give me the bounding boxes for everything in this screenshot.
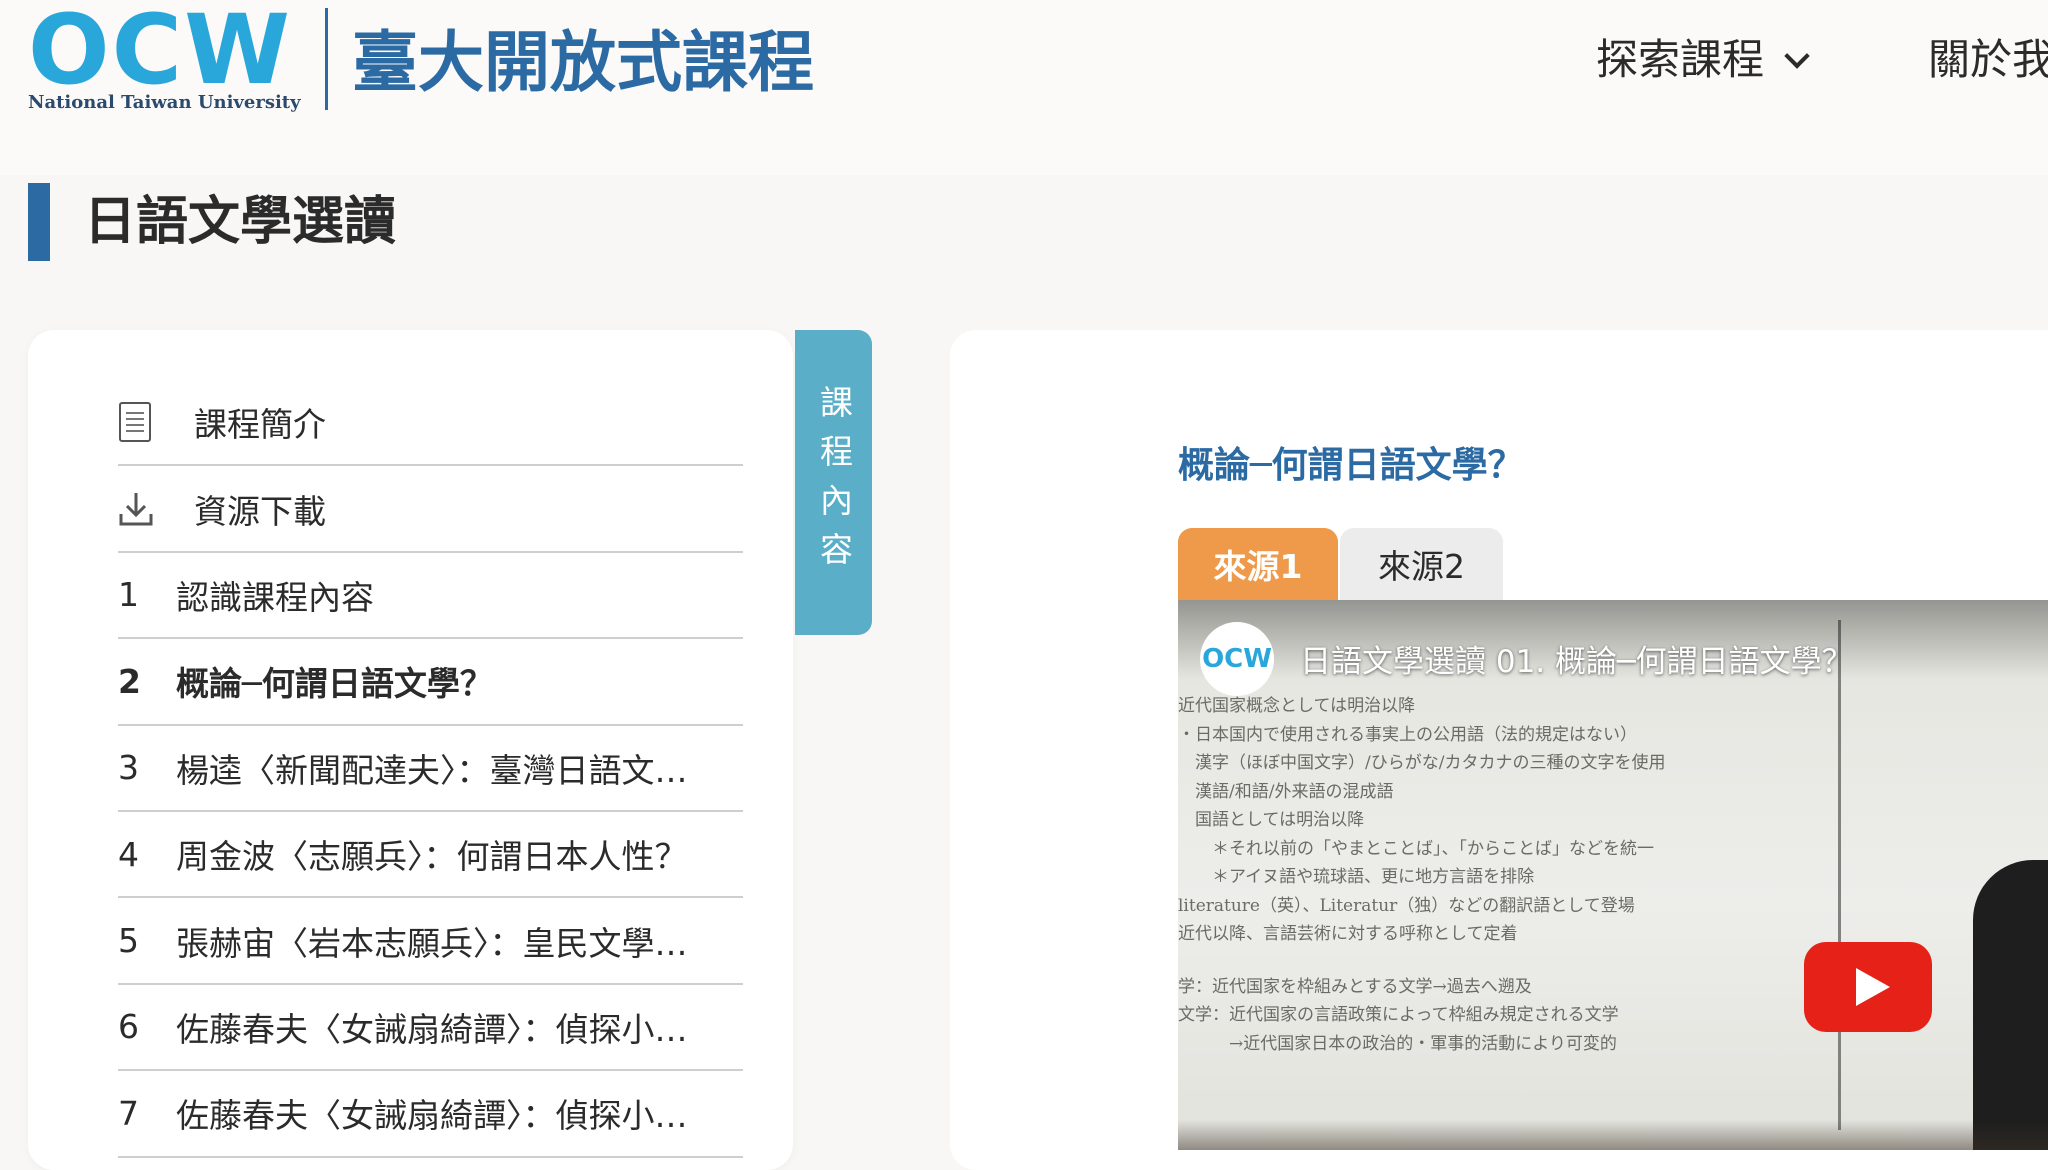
play-button-icon[interactable] (1804, 942, 1932, 1032)
logo-mark: OCW (28, 0, 292, 106)
site-title[interactable]: 臺大開放式課程 (352, 18, 814, 108)
slide-line: ＊アイヌ語や琉球語、更に地方言語を排除 (1178, 867, 1535, 887)
download-icon (118, 490, 194, 528)
nav-explore-label: 探索課程 (1596, 35, 1765, 84)
nav-explore-courses[interactable]: 探索課程 (1596, 30, 1810, 90)
site-header: OCW National Taiwan University 臺大開放式課程 探… (0, 0, 2048, 175)
slide-line: 国語としては明治以降 (1178, 810, 1365, 830)
course-menu: 課程簡介 資源下載 1 認識課程內容 2 概論─何謂日語文學？ 3 楊逵〈新聞配… (118, 380, 743, 1158)
page-title: 日語文學選讀 (84, 192, 397, 252)
menu-item-lesson-2[interactable]: 2 概論─何謂日語文學？ (118, 639, 743, 726)
slide-line: 漢字（ほぼ中国文字）/ひらがな/カタカナの三種の文字を使用 (1178, 753, 1666, 773)
lesson-number: 5 (118, 921, 139, 961)
menu-item-lesson-3[interactable]: 3 楊逵〈新聞配達夫〉：臺灣日語文… (118, 726, 743, 812)
chevron-down-icon (1784, 43, 1810, 69)
tab-source-2[interactable]: 來源2 (1340, 528, 1503, 600)
lesson-number: 7 (118, 1093, 139, 1133)
slide-line: →近代国家日本の政治的・軍事的活動により可変的 (1178, 1033, 1617, 1054)
lecturer-silhouette (1973, 860, 2048, 1150)
video-title[interactable]: 日語文學選讀 01. 概論─何謂日語文學？ (1300, 636, 1853, 681)
lesson-number: 3 (118, 748, 139, 788)
menu-item-label: 佐藤春夫〈女誡扇綺譚〉：偵探小… (176, 1009, 688, 1049)
menu-item-downloads[interactable]: 資源下載 (118, 466, 743, 553)
channel-avatar[interactable]: OCW (1200, 622, 1274, 696)
lesson-number: 6 (118, 1007, 139, 1047)
menu-item-label: 周金波〈志願兵〉：何謂日本人性？ (176, 837, 688, 877)
course-content-tab-label: 課程內容 (814, 384, 854, 581)
lesson-number: 2 (118, 661, 141, 701)
title-accent-bar (28, 183, 50, 261)
slide-line: 漢語/和語/外来語の混成語 (1178, 781, 1394, 802)
menu-item-label: 概論─何謂日語文學？ (176, 664, 493, 704)
video-bottom-shade (1178, 1120, 2048, 1150)
slide-line: ・日本国内で使用される事実上の公用語（法的規定はない） (1178, 724, 1637, 745)
whiteboard-toolbar (1838, 620, 1858, 1130)
slide-line: 近代以降、言語芸術に対する呼称として定着 (1178, 924, 1518, 944)
menu-item-lesson-1[interactable]: 1 認識課程內容 (118, 553, 743, 640)
ocw-logo[interactable]: OCW National Taiwan University (28, 0, 301, 116)
menu-item-label: 認識課程內容 (176, 577, 374, 617)
menu-item-lesson-4[interactable]: 4 周金波〈志願兵〉：何謂日本人性？ (118, 812, 743, 899)
slide-line: 学：近代国家を枠組みとする文学→過去へ遡及 (1178, 976, 1532, 997)
menu-item-course-intro[interactable]: 課程簡介 (118, 380, 743, 467)
slide-line: 文学：近代国家の言語政策によって枠組み規定される文学 (1178, 1005, 1619, 1025)
menu-item-lesson-6[interactable]: 6 佐藤春夫〈女誡扇綺譚〉：偵探小… (118, 985, 743, 1072)
logo-subtitle: National Taiwan University (28, 92, 301, 113)
slide-text: 近代国家概念としては明治以降 ・日本国内で使用される事実上の公用語（法的規定はな… (1178, 692, 1818, 1058)
lesson-title: 概論─何謂日語文學？ (1178, 445, 1524, 486)
menu-item-label: 佐藤春夫〈女誡扇綺譚〉：偵探小… (176, 1096, 688, 1136)
slide-line: 近代国家概念としては明治以降 (1178, 696, 1416, 716)
logo-divider (325, 8, 328, 110)
lesson-number: 4 (118, 834, 139, 874)
course-content-tab[interactable]: 課程內容 (795, 330, 872, 635)
menu-item-label: 楊逵〈新聞配達夫〉：臺灣日語文… (176, 750, 688, 790)
menu-item-label: 課程簡介 (194, 405, 326, 445)
slide-line: literature（英）、Literatur（独）などの翻訳語として登場 (1178, 895, 1635, 916)
video-player[interactable]: 近代国家概念としては明治以降 ・日本国内で使用される事実上の公用語（法的規定はな… (1178, 600, 2048, 1150)
nav-about[interactable]: 關於我 (1928, 30, 2048, 90)
menu-item-lesson-5[interactable]: 5 張赫宙〈岩本志願兵〉：皇民文學… (118, 898, 743, 985)
slide-line: ＊それ以前の「やまとことば」、「からことば」などを統一 (1178, 838, 1654, 859)
document-icon (118, 401, 194, 443)
tab-source-1[interactable]: 來源1 (1178, 528, 1338, 600)
menu-item-label: 資源下載 (194, 491, 326, 531)
menu-item-lesson-7[interactable]: 7 佐藤春夫〈女誡扇綺譚〉：偵探小… (118, 1071, 743, 1158)
lesson-number: 1 (118, 575, 139, 615)
menu-item-label: 張赫宙〈岩本志願兵〉：皇民文學… (176, 923, 688, 963)
